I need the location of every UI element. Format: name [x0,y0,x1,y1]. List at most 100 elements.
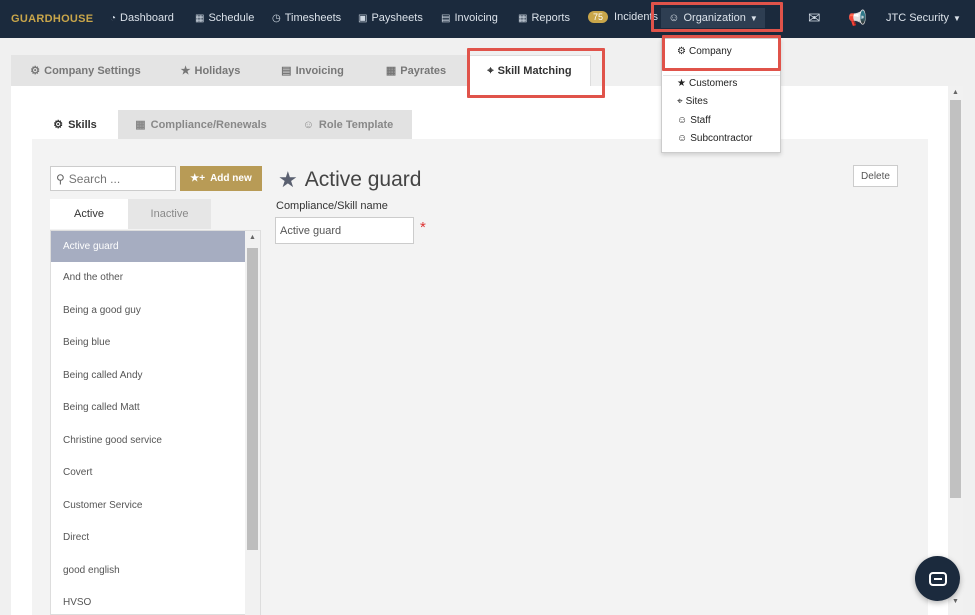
menu-item-customers-label: Customers [688,78,738,89]
nav-schedule-label: Schedule [208,12,255,24]
menu-item-sites[interactable]: ⌖ Sites [677,96,708,107]
menu-item-staff[interactable]: ☺ Staff [677,115,711,126]
list-item[interactable]: Direct [51,522,245,553]
calendar-icon: ▦ [195,12,205,24]
menu-item-company[interactable]: ⚙ Company [677,46,732,57]
nav-incidents[interactable]: 75 Incidents [588,11,658,23]
user-icon: ☺ [677,115,688,126]
dashboard-icon: ◔ [110,12,117,24]
list-item[interactable]: good english [51,555,245,586]
menu-item-subcontractor[interactable]: ☺ Subcontractor [677,133,752,144]
tab-invoicing[interactable]: ▤ Invoicing [261,55,364,86]
nav-paysheets-label: Paysheets [371,12,423,24]
menu-item-staff-label: Staff [690,115,711,126]
status-tabs: Active Inactive [50,199,211,229]
crosshairs-icon: ⌖ [487,64,494,77]
menu-item-customers[interactable]: ★ Customers [677,78,737,89]
envelope-icon[interactable]: ✉ [808,9,821,27]
menu-divider [663,75,780,76]
tab-compliance-renewals-label: Compliance/Renewals [150,118,267,131]
nav-schedule[interactable]: ▦ Schedule [195,12,254,24]
chat-launcher-button[interactable] [915,556,960,601]
chevron-down-icon: ▼ [749,13,758,23]
nav-incidents-label: Incidents [614,11,659,23]
bullhorn-icon[interactable]: 📢 [848,9,867,27]
tab-inactive[interactable]: Inactive [128,199,211,229]
list-item[interactable]: Being called Matt [51,392,245,423]
page-scrollbar-thumb[interactable] [950,100,961,498]
scroll-up-icon[interactable]: ▲ [952,89,959,96]
tab-role-template[interactable]: ☺ Role Template [284,110,412,139]
tab-skill-matching-label: Skill Matching [497,65,572,77]
add-new-button[interactable]: ★+ Add new [180,166,262,191]
list-item[interactable]: Being called Andy [51,360,245,391]
nav-timesheets[interactable]: ◷ Timesheets [272,12,341,24]
chat-icon [928,571,947,586]
nav-reports[interactable]: ▦ Reports [518,12,570,24]
delete-button[interactable]: Delete [853,165,898,187]
nav-invoicing-label: Invoicing [454,12,498,24]
scroll-down-icon[interactable]: ▼ [952,598,959,605]
nav-timesheets-label: Timesheets [284,12,342,24]
list-item[interactable]: Active guard [51,231,245,262]
tab-holidays-label: Holidays [194,64,241,77]
gear-icon: ⚙ [30,65,41,77]
required-marker: * [420,219,426,236]
tab-company-settings[interactable]: ⚙ Company Settings [11,55,160,86]
calendar-icon: ▦ [135,119,146,131]
brand-logo[interactable]: GUARDHOUSE [11,13,93,25]
list-item[interactable]: Customer Service [51,490,245,521]
add-new-label: Add new [210,173,252,184]
settings-tabs: ⚙ Company Settings ★ Holidays ▤ Invoicin… [11,55,591,86]
clock-icon: ◷ [272,12,281,24]
skill-name-field[interactable] [275,217,414,244]
star-plus-icon: ★+ [190,173,206,184]
search-icon: ⚲ [56,171,65,186]
tab-skill-matching[interactable]: ⌖ Skill Matching [468,55,591,86]
map-marker-icon: ⌖ [677,96,683,107]
nav-dashboard[interactable]: ◔ Dashboard [110,12,174,24]
tab-holidays[interactable]: ★ Holidays [160,55,261,86]
skills-list: Active guard And the other Being a good … [50,230,261,615]
list-item[interactable]: HVSO [51,587,245,614]
invoice-icon: ▤ [281,65,292,77]
users-icon: ☺ [668,12,680,24]
top-navbar: GUARDHOUSE ◔ Dashboard ▦ Schedule ◷ Time… [0,0,975,38]
tab-active[interactable]: Active [50,199,128,229]
gear-icon: ⚙ [53,119,64,131]
menu-item-subcontractor-label: Subcontractor [690,133,753,144]
list-item[interactable]: Christine good service [51,425,245,456]
skills-sub-tabs: ⚙ Skills ▦ Compliance/Renewals ☺ Role Te… [32,110,412,139]
list-scrollbar-thumb[interactable] [247,248,258,550]
star-icon: ★ [180,65,191,77]
money-icon: ▣ [358,12,368,24]
scroll-up-icon[interactable]: ▲ [249,234,256,241]
calendar-icon: ▦ [385,65,397,77]
tab-role-template-label: Role Template [318,118,394,131]
nav-organization[interactable]: ☺ Organization ▼ [661,8,765,28]
gear-icon: ⚙ [677,46,686,57]
user-icon: ☺ [677,133,688,144]
list-item[interactable]: Being blue [51,327,245,358]
skill-search-box[interactable]: ⚲ [50,166,176,191]
list-item[interactable]: Being a good guy [51,295,245,326]
tab-compliance-renewals[interactable]: ▦ Compliance/Renewals [118,110,284,139]
tab-company-settings-label: Company Settings [44,64,141,77]
incidents-count-badge: 75 [588,11,609,23]
nav-organization-label: Organization [683,12,746,24]
list-item[interactable]: Covert [51,457,245,488]
tab-skills[interactable]: ⚙ Skills [32,110,118,139]
invoice-icon: ▤ [441,12,451,24]
skill-detail-title-text: Active guard [304,168,422,191]
nav-invoicing[interactable]: ▤ Invoicing [441,12,498,24]
tab-payrates[interactable]: ▦ Payrates [364,55,468,86]
menu-item-company-label: Company [688,46,732,57]
list-item[interactable]: And the other [51,262,245,293]
nav-account-menu[interactable]: JTC Security ▼ [886,12,961,24]
skill-detail-title: ★ Active guard [278,167,421,193]
table-icon: ▦ [518,12,528,24]
user-icon: ☺ [302,118,314,131]
search-input[interactable] [68,171,169,186]
nav-paysheets[interactable]: ▣ Paysheets [358,12,423,24]
menu-item-sites-label: Sites [685,96,708,107]
